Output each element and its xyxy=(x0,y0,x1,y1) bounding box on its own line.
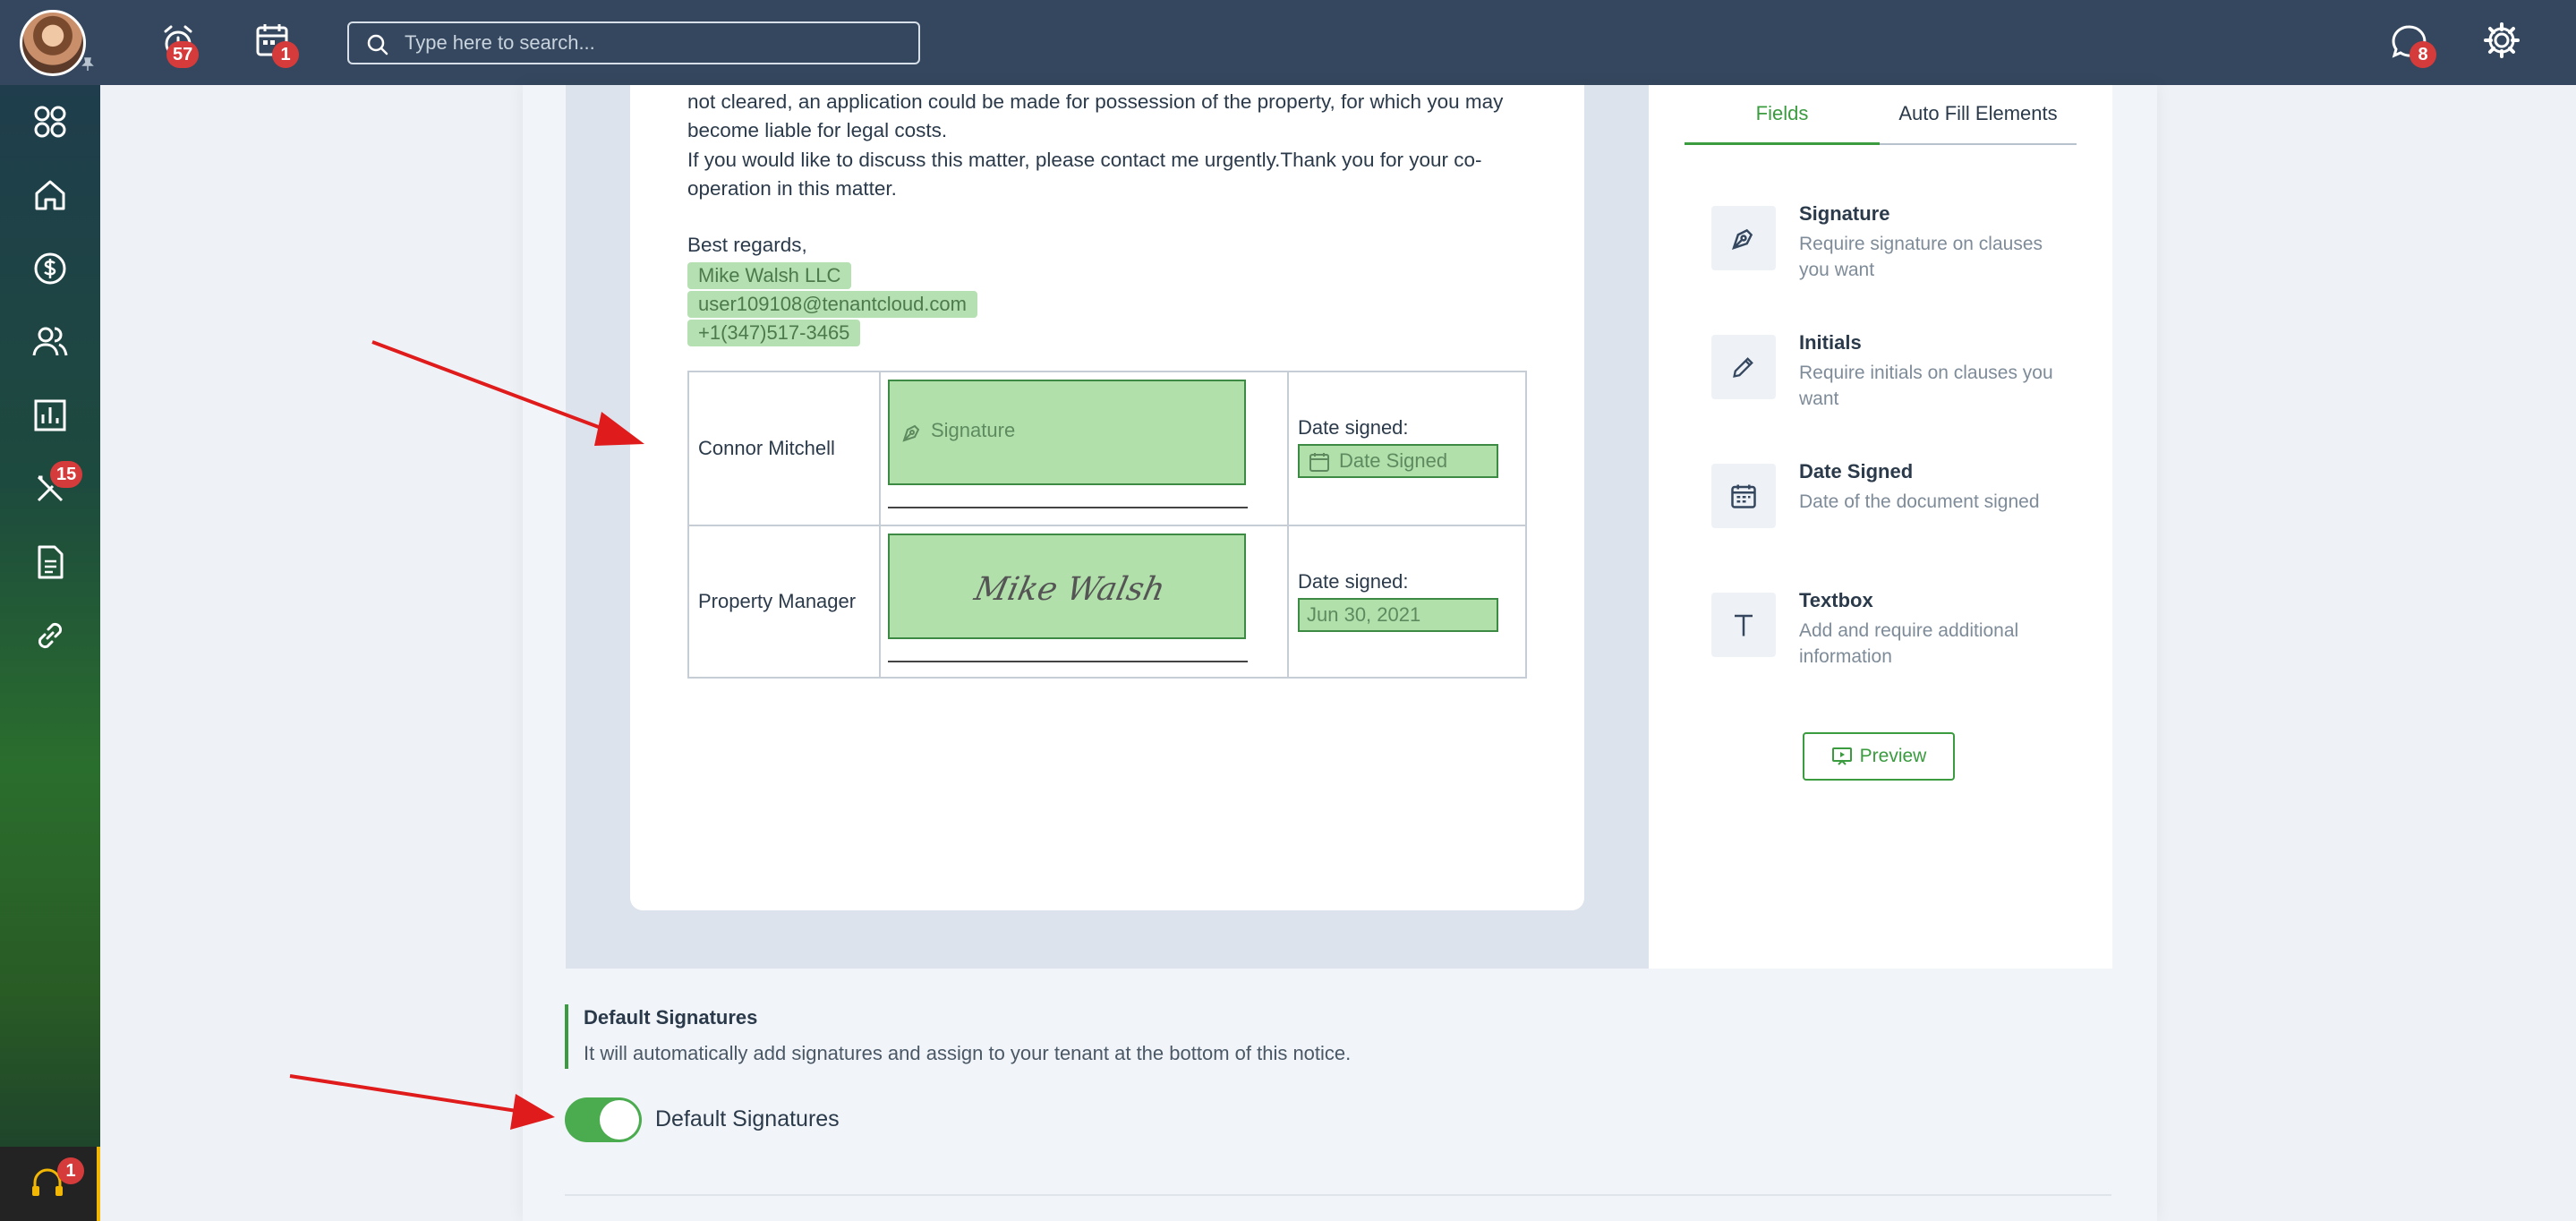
field-title: Date Signed xyxy=(1799,460,1914,482)
document-icon xyxy=(38,545,64,579)
signature-line xyxy=(888,661,1248,662)
email-tag[interactable]: user109108@tenantcloud.com xyxy=(687,291,977,318)
section-accent-bar xyxy=(565,1004,568,1069)
sidebar-item-accounting[interactable] xyxy=(0,232,100,305)
field-signature[interactable]: Signature Require signature on clauses y… xyxy=(1711,202,2069,313)
letter-line: If you would like to discuss this matter… xyxy=(687,149,1482,171)
search-bar[interactable] xyxy=(347,21,920,64)
messages-button[interactable]: 8 xyxy=(2383,16,2440,73)
company-tag[interactable]: Mike Walsh LLC xyxy=(687,262,852,289)
sidebar-item-home[interactable] xyxy=(0,158,100,232)
home-icon xyxy=(35,180,65,210)
sidebar: 15 xyxy=(0,85,100,1221)
calendar-icon xyxy=(1711,464,1776,528)
letter-line: operation in this matter. xyxy=(687,177,897,200)
tab-fields[interactable]: Fields xyxy=(1685,100,1880,145)
default-signatures-description: It will automatically add signatures and… xyxy=(584,1042,1352,1064)
user-avatar[interactable] xyxy=(20,10,86,76)
search-icon xyxy=(367,34,388,56)
divider xyxy=(565,1194,2111,1196)
field-textbox[interactable]: Textbox Add and require additional infor… xyxy=(1711,589,2069,700)
sidebar-item-apps[interactable] xyxy=(0,85,100,158)
presentation-icon xyxy=(1831,747,1852,765)
alerts-button[interactable]: 57 xyxy=(154,16,208,70)
date-signed-label: Date signed: xyxy=(1298,416,1409,439)
signature-field[interactable]: Mike Walsh xyxy=(888,534,1246,639)
settings-button[interactable] xyxy=(2481,20,2526,64)
pin-icon xyxy=(81,57,94,71)
calendar-badge: 1 xyxy=(272,41,299,68)
sidebar-item-documents[interactable] xyxy=(0,525,100,599)
gear-icon xyxy=(2484,22,2520,58)
field-title: Textbox xyxy=(1799,589,1873,611)
signature-line xyxy=(888,507,1248,508)
users-icon xyxy=(32,327,68,356)
date-signed-label: Date signed: xyxy=(1298,570,1409,593)
sidebar-item-contacts[interactable] xyxy=(0,305,100,379)
default-signatures-toggle-label: Default Signatures xyxy=(655,1106,840,1131)
toggle-knob xyxy=(600,1100,639,1140)
calendar-button[interactable]: 1 xyxy=(251,16,304,70)
field-date-signed[interactable]: Date Signed Date of the document signed xyxy=(1711,460,2069,571)
alerts-badge: 57 xyxy=(166,41,200,68)
signer-name: Property Manager xyxy=(687,525,881,679)
letter-line: become liable for legal costs. xyxy=(687,119,948,141)
default-signatures-toggle[interactable] xyxy=(565,1097,642,1142)
phone-tag[interactable]: +1(347)517-3465 xyxy=(687,320,861,346)
preview-button[interactable]: Preview xyxy=(1803,732,1955,781)
pen-nib-icon xyxy=(1711,206,1776,270)
field-description: Require signature on clauses you want xyxy=(1799,234,2043,280)
field-initials[interactable]: Initials Require initials on clauses you… xyxy=(1711,331,2069,442)
signature-field[interactable]: Signature xyxy=(888,380,1246,485)
handwritten-signature: Mike Walsh xyxy=(970,569,1168,608)
sidebar-item-maintenance[interactable]: 15 xyxy=(0,452,100,525)
date-signed-value: Date Signed xyxy=(1339,449,1448,472)
sidebar-item-reports[interactable] xyxy=(0,379,100,452)
calendar-icon xyxy=(1309,453,1329,472)
svg-text:Mike Walsh: Mike Walsh xyxy=(970,569,1168,608)
pencil-icon xyxy=(1711,335,1776,399)
bar-chart-icon xyxy=(34,399,66,431)
date-signed-field[interactable]: Jun 30, 2021 xyxy=(1298,598,1498,632)
messages-badge: 8 xyxy=(2410,41,2436,68)
maintenance-badge: 15 xyxy=(50,461,83,488)
field-title: Signature xyxy=(1799,202,1890,225)
date-signed-field[interactable]: Date Signed xyxy=(1298,444,1498,478)
preview-label: Preview xyxy=(1859,746,1927,766)
field-title: Initials xyxy=(1799,331,1862,354)
link-icon xyxy=(38,622,63,649)
search-input[interactable] xyxy=(405,30,906,56)
default-signatures-title: Default Signatures xyxy=(584,1006,758,1029)
letter-closing: Best regards, xyxy=(687,234,807,256)
field-description: Require initials on clauses you want xyxy=(1799,363,2053,409)
sidebar-item-links[interactable] xyxy=(0,599,100,672)
text-t-icon xyxy=(1711,593,1776,657)
signer-name: Connor Mitchell xyxy=(687,371,881,526)
field-description: Date of the document signed xyxy=(1799,491,2040,512)
dollar-icon xyxy=(34,252,66,285)
letter-line: not cleared, an application could be mad… xyxy=(687,90,1504,113)
apps-grid-icon xyxy=(34,106,66,138)
top-bar: 57 1 8 xyxy=(0,0,2576,85)
signature-field-label: Signature xyxy=(931,419,1016,441)
tab-auto-fill-elements[interactable]: Auto Fill Elements xyxy=(1880,100,2077,145)
help-badge: 1 xyxy=(57,1157,84,1184)
help-button[interactable]: 1 xyxy=(0,1147,100,1221)
pen-nib-icon xyxy=(902,424,920,442)
field-description: Add and require additional information xyxy=(1799,620,2019,667)
